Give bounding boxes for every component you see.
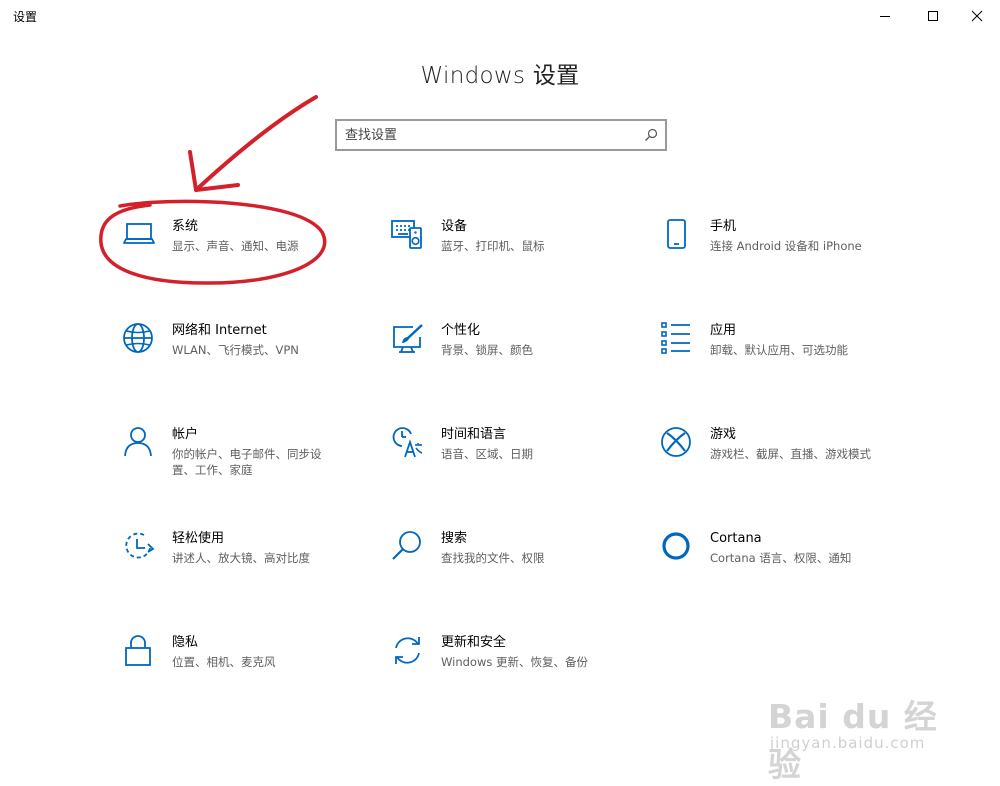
tile-title: 系统	[172, 219, 199, 234]
tile-description: Cortana 语言、权限、通知	[710, 551, 852, 565]
paint-brush-icon	[391, 322, 425, 356]
tile-network[interactable]: 网络和 Internet WLAN、飞行模式、VPN	[122, 322, 362, 386]
tile-title: 设备	[441, 219, 468, 234]
tile-devices[interactable]: 设备 蓝牙、打印机、鼠标	[391, 218, 631, 282]
title-bar: 设置	[0, 0, 1000, 32]
tile-search[interactable]: 搜索 查找我的文件、权限	[391, 530, 631, 594]
cortana-ring-icon	[660, 530, 694, 564]
tile-description: 显示、声音、通知、电源	[172, 239, 299, 253]
tile-title: 隐私	[172, 635, 199, 650]
tile-description: 蓝牙、打印机、鼠标	[441, 239, 545, 253]
tile-system[interactable]: 系统 显示、声音、通知、电源	[122, 218, 362, 282]
tile-description: 查找我的文件、权限	[441, 551, 545, 565]
globe-icon	[122, 322, 156, 356]
tile-time-language[interactable]: 时间和语言 语音、区域、日期	[391, 426, 631, 490]
maximize-icon	[928, 11, 938, 21]
tile-description: 位置、相机、麦克风	[172, 655, 276, 669]
tile-title: 个性化	[441, 323, 481, 338]
tile-privacy[interactable]: 隐私 位置、相机、麦克风	[122, 634, 362, 698]
tile-phone[interactable]: 手机 连接 Android 设备和 iPhone	[660, 218, 900, 282]
tile-description: 游戏栏、截屏、直播、游戏模式	[710, 447, 871, 461]
tile-title: 应用	[710, 323, 737, 338]
tile-description: WLAN、飞行模式、VPN	[172, 343, 299, 357]
tile-title: 游戏	[710, 427, 737, 442]
tile-description: 你的帐户、电子邮件、同步设置、工作、家庭	[172, 447, 322, 477]
tile-description: 连接 Android 设备和 iPhone	[710, 239, 862, 253]
sync-icon	[391, 634, 425, 668]
tile-title: 网络和 Internet	[172, 323, 267, 338]
search-input[interactable]	[345, 125, 635, 145]
tile-cortana[interactable]: Cortana Cortana 语言、权限、通知	[660, 530, 900, 594]
maximize-button[interactable]	[910, 0, 956, 32]
tile-title: 轻松使用	[172, 531, 225, 546]
ease-of-access-icon	[122, 530, 156, 564]
tile-title: Cortana	[710, 531, 762, 546]
tile-title: 时间和语言	[441, 427, 507, 442]
search-magnifier-icon	[391, 530, 425, 564]
minimize-button[interactable]	[862, 0, 908, 32]
tile-description: 卸载、默认应用、可选功能	[710, 343, 848, 357]
page-title: Windows 设置	[420, 63, 580, 89]
search-icon[interactable]	[644, 128, 658, 142]
keyboard-speaker-icon	[391, 218, 425, 252]
laptop-icon	[122, 218, 156, 252]
app-list-icon	[660, 322, 694, 356]
tile-update-security[interactable]: 更新和安全 Windows 更新、恢复、备份	[391, 634, 631, 698]
tile-title: 帐户	[172, 427, 199, 442]
tile-accounts[interactable]: 帐户 你的帐户、电子邮件、同步设置、工作、家庭	[122, 426, 362, 490]
tile-description: Windows 更新、恢复、备份	[441, 655, 588, 669]
tile-title: 手机	[710, 219, 737, 234]
tile-title: 更新和安全	[441, 635, 507, 650]
window-title: 设置	[13, 10, 38, 24]
minimize-icon	[880, 16, 890, 17]
tile-ease-of-access[interactable]: 轻松使用 讲述人、放大镜、高对比度	[122, 530, 362, 594]
annotation-arrow-shaft	[194, 95, 318, 192]
tile-description: 背景、锁屏、颜色	[441, 343, 533, 357]
close-button[interactable]	[954, 0, 1000, 32]
watermark-url: jingyan.baidu.com	[770, 734, 926, 752]
phone-icon	[660, 218, 694, 252]
person-icon	[122, 426, 156, 460]
tile-title: 搜索	[441, 531, 468, 546]
tile-description: 讲述人、放大镜、高对比度	[172, 551, 310, 565]
lock-icon	[122, 634, 156, 668]
annotation-arrow-head	[188, 150, 240, 192]
time-language-icon	[391, 426, 425, 460]
xbox-icon	[660, 426, 694, 460]
tile-apps[interactable]: 应用 卸载、默认应用、可选功能	[660, 322, 900, 386]
close-icon	[971, 10, 983, 22]
tile-gaming[interactable]: 游戏 游戏栏、截屏、直播、游戏模式	[660, 426, 900, 490]
tile-personalization[interactable]: 个性化 背景、锁屏、颜色	[391, 322, 631, 386]
tile-description: 语音、区域、日期	[441, 447, 533, 461]
search-box[interactable]	[335, 119, 667, 151]
baidu-watermark: Bai du 经验 jingyan.baidu.com	[760, 690, 960, 784]
